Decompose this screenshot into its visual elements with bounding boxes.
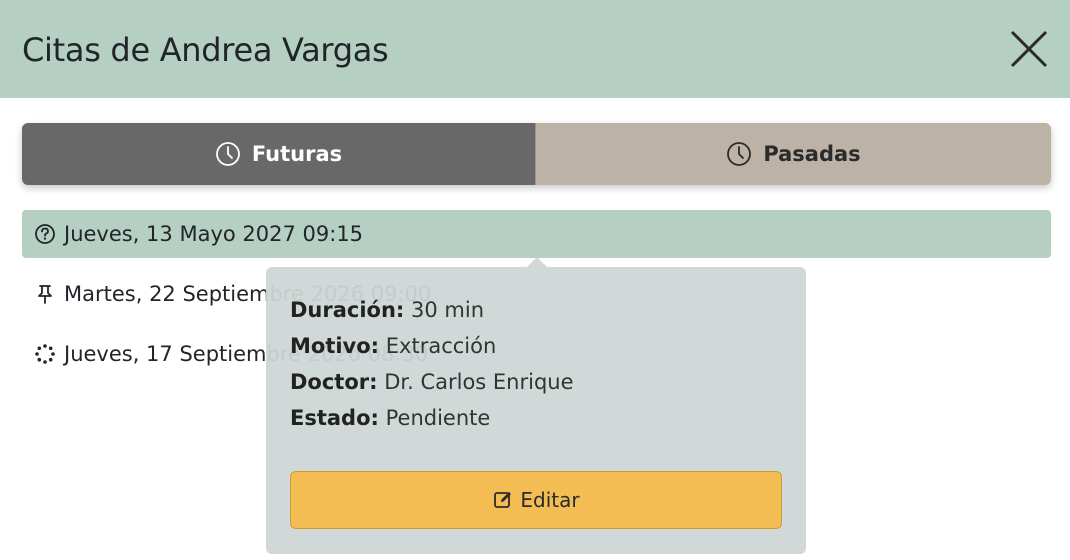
modal-title: Citas de Andrea Vargas bbox=[22, 31, 389, 69]
tab-pasadas-label: Pasadas bbox=[763, 142, 861, 166]
duration-field: Duración: 30 min bbox=[290, 296, 484, 324]
tab-pasadas[interactable]: Pasadas bbox=[535, 123, 1051, 185]
edit-button[interactable]: Editar bbox=[290, 471, 782, 529]
clock-icon bbox=[215, 141, 241, 167]
appointment-date: Jueves, 13 Mayo 2027 09:15 bbox=[64, 222, 364, 246]
loading-dots-icon bbox=[34, 343, 56, 365]
status-value: Pendiente bbox=[385, 406, 491, 430]
tab-futuras[interactable]: Futuras bbox=[22, 123, 535, 185]
popover-arrow bbox=[527, 257, 547, 267]
edit-icon bbox=[492, 489, 514, 511]
doctor-label: Doctor: bbox=[290, 370, 378, 394]
duration-label: Duración: bbox=[290, 298, 405, 322]
close-button[interactable] bbox=[1008, 28, 1050, 70]
tab-futuras-label: Futuras bbox=[251, 142, 343, 166]
appointment-item[interactable]: Jueves, 13 Mayo 2027 09:15 bbox=[22, 210, 1051, 258]
modal-header: Citas de Andrea Vargas bbox=[0, 0, 1070, 98]
reason-label: Motivo: bbox=[290, 334, 380, 358]
doctor-value: Dr. Carlos Enrique bbox=[384, 370, 574, 394]
duration-value: 30 min bbox=[411, 298, 485, 322]
appointment-popover: Duración: 30 min Motivo: Extracción Doct… bbox=[266, 267, 806, 554]
appointments-tabs: Futuras Pasadas bbox=[22, 123, 1051, 185]
clock-icon bbox=[726, 141, 752, 167]
status-field: Estado: Pendiente bbox=[290, 404, 490, 432]
doctor-field: Doctor: Dr. Carlos Enrique bbox=[290, 368, 574, 396]
edit-button-label: Editar bbox=[520, 488, 580, 512]
status-label: Estado: bbox=[290, 406, 379, 430]
reason-value: Extracción bbox=[385, 334, 497, 358]
pin-icon bbox=[34, 283, 56, 305]
reason-field: Motivo: Extracción bbox=[290, 332, 496, 360]
question-circle-icon bbox=[34, 223, 56, 245]
close-icon bbox=[1008, 28, 1050, 70]
